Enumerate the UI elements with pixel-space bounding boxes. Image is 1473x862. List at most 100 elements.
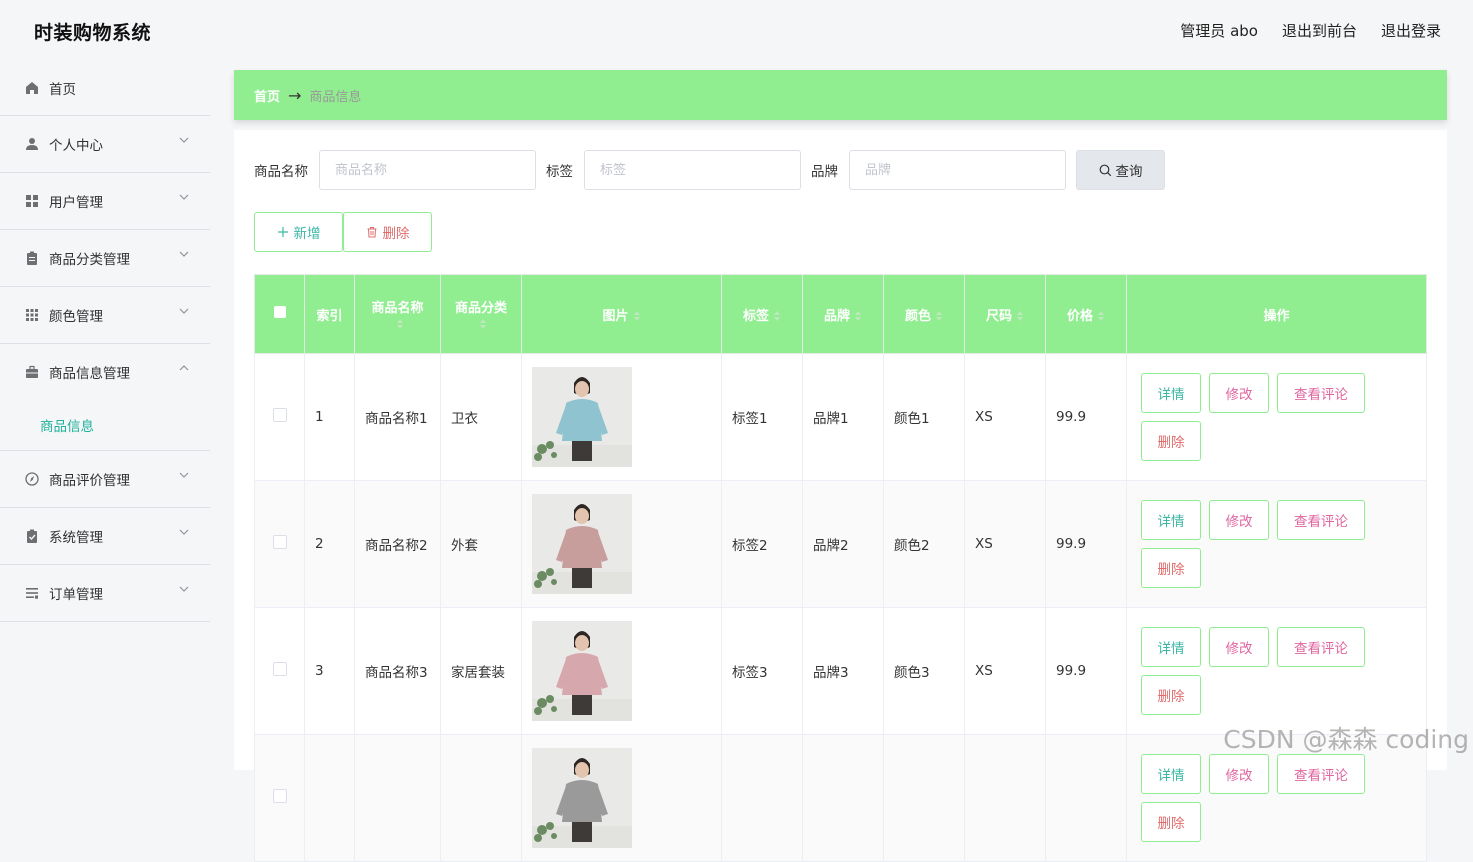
column-header[interactable]: 商品名称 — [354, 274, 441, 354]
row-actions: 详情 修改 查看评论 删除 — [1137, 754, 1381, 842]
sidebar-subitem-product-info[interactable]: 商品信息 — [0, 400, 210, 451]
detail-button[interactable]: 详情 — [1141, 500, 1201, 540]
column-header[interactable]: 标签 — [721, 274, 803, 354]
brand-input[interactable] — [849, 150, 1066, 190]
search-icon — [1099, 164, 1111, 176]
brand-cell: 品牌2 — [802, 480, 884, 608]
row-select-cell[interactable] — [254, 734, 305, 862]
sidebar-item-orders[interactable]: 订单管理 — [0, 565, 210, 622]
row-checkbox[interactable] — [272, 789, 287, 803]
select-all-cell[interactable] — [254, 274, 305, 354]
edit-button[interactable]: 修改 — [1209, 627, 1269, 667]
column-header-label: 品牌 — [823, 308, 850, 324]
tag-input[interactable] — [584, 150, 801, 190]
row-delete-button[interactable]: 删除 — [1141, 675, 1201, 715]
product-image[interactable] — [532, 367, 632, 467]
sidebar-item-label: 颜色管理 — [49, 309, 103, 325]
sidebar-item-label: 系统管理 — [49, 530, 103, 546]
price-cell — [1045, 734, 1127, 862]
row-select-cell[interactable] — [254, 607, 305, 735]
select-all-checkbox[interactable] — [273, 306, 286, 318]
tag-cell: 标签3 — [721, 607, 803, 735]
sidebar-item-reviews[interactable]: 商品评价管理 — [0, 451, 210, 508]
image-cell — [521, 734, 722, 862]
edit-button[interactable]: 修改 — [1209, 373, 1269, 413]
sidebar: 首页 个人中心 用户管理 商品分类管理 颜色管理 商品信息管理 商品信息 商品评… — [0, 60, 210, 764]
detail-button[interactable]: 详情 — [1141, 373, 1201, 413]
edit-button[interactable]: 修改 — [1209, 500, 1269, 540]
breadcrumb-arrow-icon: → — [288, 85, 302, 105]
product-image[interactable] — [532, 748, 632, 848]
brand-label: 品牌 — [811, 164, 838, 180]
sort-icon[interactable] — [396, 318, 404, 329]
bulk-delete-button[interactable]: 删除 — [343, 212, 432, 252]
breadcrumb-home[interactable]: 首页 — [254, 86, 280, 105]
row-select-cell[interactable] — [254, 480, 305, 608]
product-name-cell — [354, 734, 441, 862]
main-panel: 商品名称 标签 品牌 查询 新增 删除 索引 商品名 — [234, 130, 1447, 862]
column-header[interactable]: 商品分类 — [440, 274, 522, 354]
chevron-down-icon — [179, 194, 189, 200]
sort-icon[interactable] — [633, 311, 641, 321]
sidebar-item-colors[interactable]: 颜色管理 — [0, 287, 210, 344]
column-header: 索引 — [304, 274, 355, 354]
view-reviews-button[interactable]: 查看评论 — [1277, 500, 1365, 540]
tag-cell: 标签2 — [721, 480, 803, 608]
chevron-down-icon — [179, 529, 189, 535]
admin-user-label[interactable]: 管理员 abo — [1180, 20, 1258, 41]
query-button[interactable]: 查询 — [1076, 150, 1165, 190]
row-checkbox[interactable] — [272, 662, 287, 676]
column-header[interactable]: 颜色 — [883, 274, 965, 354]
view-reviews-button[interactable]: 查看评论 — [1277, 373, 1365, 413]
list-icon — [24, 585, 40, 601]
product-image[interactable] — [532, 494, 632, 594]
product-name-cell: 商品名称1 — [354, 353, 441, 481]
sort-icon[interactable] — [854, 311, 862, 321]
add-button[interactable]: 新增 — [254, 212, 343, 252]
table-row: 3 商品名称3 家居套装 标签3 品牌3 颜色3 XS 99.9 详情 修改 查… — [254, 607, 1427, 735]
detail-button[interactable]: 详情 — [1141, 754, 1201, 794]
sidebar-item-label: 商品信息管理 — [49, 366, 130, 382]
sidebar-item-category[interactable]: 商品分类管理 — [0, 230, 210, 287]
index-cell: 3 — [304, 607, 355, 735]
tag-cell — [721, 734, 803, 862]
edit-button[interactable]: 修改 — [1209, 754, 1269, 794]
sidebar-item-system[interactable]: 系统管理 — [0, 508, 210, 565]
sidebar-item-home[interactable]: 首页 — [0, 60, 210, 116]
row-delete-button[interactable]: 删除 — [1141, 548, 1201, 588]
product-image[interactable] — [532, 621, 632, 721]
delete-button-label: 删除 — [382, 226, 410, 242]
view-reviews-button[interactable]: 查看评论 — [1277, 754, 1365, 794]
column-header[interactable]: 尺码 — [964, 274, 1046, 354]
brand-cell: 品牌1 — [802, 353, 884, 481]
row-checkbox[interactable] — [272, 408, 287, 422]
price-cell: 99.9 — [1045, 607, 1127, 735]
column-header[interactable]: 图片 — [521, 274, 722, 354]
column-header-label: 尺码 — [985, 308, 1012, 324]
sidebar-item-product-info[interactable]: 商品信息管理 — [0, 344, 210, 400]
search-form: 商品名称 标签 品牌 查询 — [254, 150, 1165, 190]
row-select-cell[interactable] — [254, 353, 305, 481]
column-header[interactable]: 价格 — [1045, 274, 1127, 354]
row-delete-button[interactable]: 删除 — [1141, 421, 1201, 461]
sort-icon[interactable] — [773, 311, 781, 321]
back-to-front-link[interactable]: 退出到前台 — [1282, 20, 1357, 41]
index-cell: 1 — [304, 353, 355, 481]
sort-icon[interactable] — [1016, 311, 1024, 321]
sort-icon[interactable] — [479, 318, 487, 329]
row-checkbox[interactable] — [272, 535, 287, 549]
detail-button[interactable]: 详情 — [1141, 627, 1201, 667]
sort-icon[interactable] — [1097, 311, 1105, 321]
product-name-input[interactable] — [319, 150, 536, 190]
color-cell: 颜色3 — [883, 607, 965, 735]
sidebar-item-users[interactable]: 用户管理 — [0, 173, 210, 230]
view-reviews-button[interactable]: 查看评论 — [1277, 627, 1365, 667]
trash-icon — [367, 227, 376, 238]
column-header[interactable]: 品牌 — [802, 274, 884, 354]
breadcrumb: 首页 → 商品信息 — [234, 70, 1447, 120]
logout-link[interactable]: 退出登录 — [1381, 20, 1441, 41]
column-header-label: 商品名称 — [371, 301, 424, 316]
sort-icon[interactable] — [935, 311, 943, 321]
row-delete-button[interactable]: 删除 — [1141, 802, 1201, 842]
sidebar-item-profile[interactable]: 个人中心 — [0, 116, 210, 173]
